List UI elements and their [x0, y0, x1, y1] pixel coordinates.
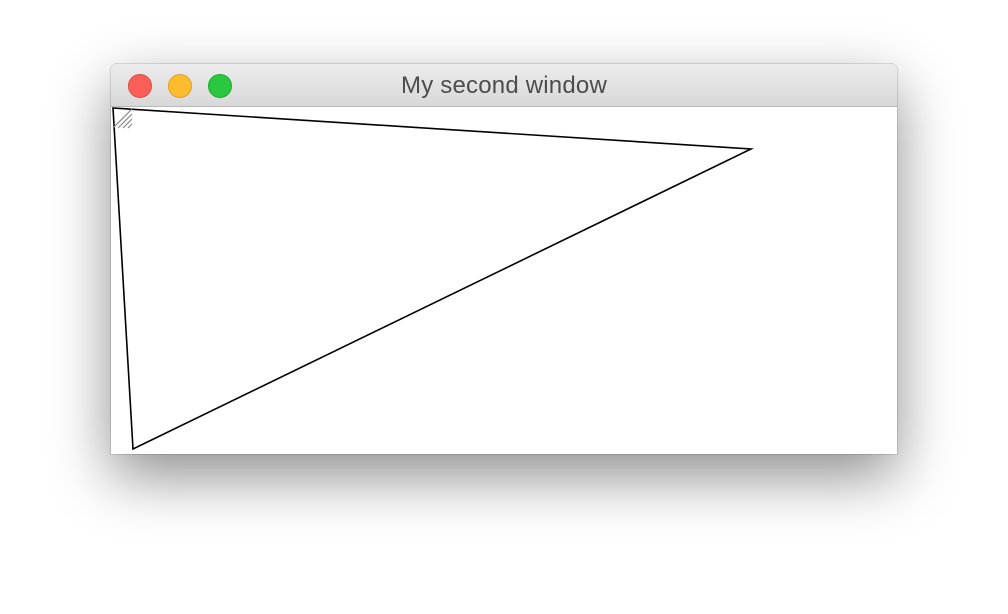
canvas-svg [112, 107, 755, 451]
title-bar[interactable]: My second window [111, 64, 897, 107]
resize-grip-icon[interactable] [111, 107, 133, 129]
triangle-shape [112, 107, 755, 451]
drawing-canvas[interactable] [111, 107, 897, 454]
desktop: My second window [0, 0, 1008, 614]
window-title: My second window [401, 72, 607, 99]
app-window: My second window [111, 64, 897, 454]
